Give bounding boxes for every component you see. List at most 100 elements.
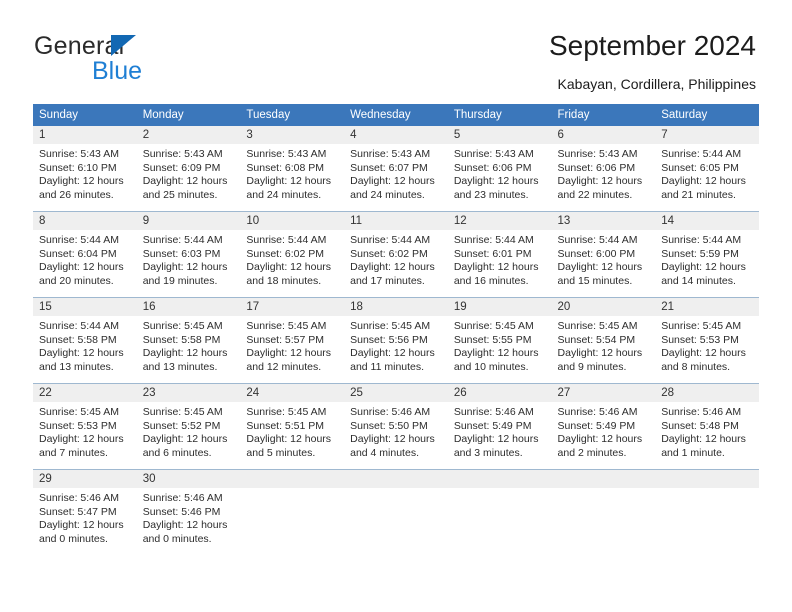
day-details: Sunrise: 5:46 AM Sunset: 5:47 PM Dayligh… bbox=[33, 488, 137, 546]
calendar-head: Sunday Monday Tuesday Wednesday Thursday… bbox=[33, 104, 759, 126]
daylight-text-line1: Daylight: 12 hours bbox=[557, 261, 643, 274]
day-number: 18 bbox=[344, 298, 448, 316]
sunrise-text: Sunrise: 5:46 AM bbox=[350, 406, 431, 418]
day-number bbox=[344, 470, 448, 488]
sunrise-text: Sunrise: 5:44 AM bbox=[142, 234, 223, 246]
day-cell[interactable]: 30 Sunrise: 5:46 AM Sunset: 5:46 PM Dayl… bbox=[136, 469, 241, 555]
day-cell[interactable]: 5 Sunrise: 5:43 AM Sunset: 6:06 PM Dayli… bbox=[447, 126, 552, 212]
sunrise-text: Sunrise: 5:45 AM bbox=[142, 320, 223, 332]
daylight-text-line2: and 16 minutes. bbox=[453, 274, 529, 287]
day-details: Sunrise: 5:44 AM Sunset: 6:02 PM Dayligh… bbox=[240, 230, 344, 288]
sunset-text: Sunset: 6:05 PM bbox=[661, 161, 739, 174]
sunrise-text: Sunrise: 5:46 AM bbox=[557, 406, 638, 418]
sunset-text: Sunset: 5:49 PM bbox=[557, 419, 636, 432]
sunset-text: Sunset: 6:09 PM bbox=[142, 161, 221, 174]
daylight-text-line2: and 17 minutes. bbox=[350, 274, 425, 287]
week-row: 1 Sunrise: 5:43 AM Sunset: 6:10 PM Dayli… bbox=[33, 126, 759, 212]
day-cell[interactable]: 2 Sunrise: 5:43 AM Sunset: 6:09 PM Dayli… bbox=[136, 126, 241, 212]
day-number bbox=[655, 470, 759, 488]
daylight-text-line1: Daylight: 12 hours bbox=[39, 519, 124, 532]
daylight-text-line2: and 15 minutes. bbox=[557, 274, 633, 287]
sunset-text: Sunset: 6:00 PM bbox=[557, 247, 636, 260]
day-number: 28 bbox=[655, 384, 759, 402]
day-details: Sunrise: 5:45 AM Sunset: 5:55 PM Dayligh… bbox=[448, 316, 552, 374]
day-number: 24 bbox=[240, 384, 345, 402]
weekday-header-monday: Monday bbox=[136, 104, 241, 126]
sunset-text: Sunset: 6:10 PM bbox=[39, 161, 117, 174]
day-cell[interactable]: 9 Sunrise: 5:44 AM Sunset: 6:03 PM Dayli… bbox=[136, 211, 241, 298]
day-cell[interactable]: 3 Sunrise: 5:43 AM Sunset: 6:08 PM Dayli… bbox=[240, 126, 345, 212]
day-cell[interactable]: 7 Sunrise: 5:44 AM Sunset: 6:05 PM Dayli… bbox=[655, 126, 759, 212]
sunset-text: Sunset: 5:58 PM bbox=[142, 333, 221, 346]
weekday-header-tuesday: Tuesday bbox=[240, 104, 345, 126]
day-number: 12 bbox=[447, 212, 552, 230]
day-cell[interactable]: 8 Sunrise: 5:44 AM Sunset: 6:04 PM Dayli… bbox=[33, 211, 137, 298]
day-cell[interactable]: 19 Sunrise: 5:45 AM Sunset: 5:55 PM Dayl… bbox=[447, 297, 552, 384]
day-cell[interactable]: 18 Sunrise: 5:45 AM Sunset: 5:56 PM Dayl… bbox=[344, 297, 448, 384]
day-cell[interactable]: 14 Sunrise: 5:44 AM Sunset: 5:59 PM Dayl… bbox=[655, 211, 759, 298]
day-details: Sunrise: 5:46 AM Sunset: 5:48 PM Dayligh… bbox=[655, 402, 759, 460]
sunrise-text: Sunrise: 5:46 AM bbox=[661, 406, 742, 418]
day-cell[interactable]: 27 Sunrise: 5:46 AM Sunset: 5:49 PM Dayl… bbox=[551, 383, 656, 470]
day-cell-empty bbox=[240, 469, 345, 555]
day-cell[interactable]: 4 Sunrise: 5:43 AM Sunset: 6:07 PM Dayli… bbox=[344, 126, 448, 212]
day-details: Sunrise: 5:46 AM Sunset: 5:49 PM Dayligh… bbox=[552, 402, 656, 460]
daylight-text-line2: and 24 minutes. bbox=[350, 188, 425, 201]
day-details: Sunrise: 5:45 AM Sunset: 5:58 PM Dayligh… bbox=[137, 316, 241, 374]
sunset-text: Sunset: 5:47 PM bbox=[39, 505, 117, 518]
logo-text-blue: Blue bbox=[92, 57, 143, 85]
day-cell[interactable]: 29 Sunrise: 5:46 AM Sunset: 5:47 PM Dayl… bbox=[33, 469, 137, 555]
day-number: 22 bbox=[33, 384, 137, 402]
day-number bbox=[551, 470, 656, 488]
day-details: Sunrise: 5:45 AM Sunset: 5:53 PM Dayligh… bbox=[655, 316, 759, 374]
day-cell[interactable]: 28 Sunrise: 5:46 AM Sunset: 5:48 PM Dayl… bbox=[655, 383, 759, 470]
daylight-text-line1: Daylight: 12 hours bbox=[246, 261, 332, 274]
day-cell[interactable]: 24 Sunrise: 5:45 AM Sunset: 5:51 PM Dayl… bbox=[240, 383, 345, 470]
daylight-text-line2: and 11 minutes. bbox=[350, 360, 425, 373]
daylight-text-line1: Daylight: 12 hours bbox=[661, 347, 746, 360]
daylight-text-line1: Daylight: 12 hours bbox=[39, 261, 124, 274]
sunrise-text: Sunrise: 5:45 AM bbox=[39, 406, 119, 418]
day-cell[interactable]: 23 Sunrise: 5:45 AM Sunset: 5:52 PM Dayl… bbox=[136, 383, 241, 470]
day-cell[interactable]: 13 Sunrise: 5:44 AM Sunset: 6:00 PM Dayl… bbox=[551, 211, 656, 298]
day-cell[interactable]: 17 Sunrise: 5:45 AM Sunset: 5:57 PM Dayl… bbox=[240, 297, 345, 384]
sunrise-text: Sunrise: 5:45 AM bbox=[661, 320, 742, 332]
sunrise-text: Sunrise: 5:44 AM bbox=[661, 234, 742, 246]
day-cell[interactable]: 6 Sunrise: 5:43 AM Sunset: 6:06 PM Dayli… bbox=[551, 126, 656, 212]
sunrise-text: Sunrise: 5:46 AM bbox=[453, 406, 534, 418]
day-cell[interactable]: 20 Sunrise: 5:45 AM Sunset: 5:54 PM Dayl… bbox=[551, 297, 656, 384]
sunset-text: Sunset: 6:08 PM bbox=[246, 161, 325, 174]
general-blue-logo[interactable]: General Blue bbox=[34, 32, 264, 90]
day-number: 25 bbox=[344, 384, 448, 402]
day-details: Sunrise: 5:46 AM Sunset: 5:50 PM Dayligh… bbox=[344, 402, 448, 460]
day-cell[interactable]: 26 Sunrise: 5:46 AM Sunset: 5:49 PM Dayl… bbox=[447, 383, 552, 470]
sunrise-text: Sunrise: 5:45 AM bbox=[246, 406, 327, 418]
sunrise-text: Sunrise: 5:44 AM bbox=[246, 234, 327, 246]
day-details: Sunrise: 5:44 AM Sunset: 6:03 PM Dayligh… bbox=[137, 230, 241, 288]
day-cell[interactable]: 10 Sunrise: 5:44 AM Sunset: 6:02 PM Dayl… bbox=[240, 211, 345, 298]
day-number: 27 bbox=[551, 384, 656, 402]
daylight-text-line2: and 18 minutes. bbox=[246, 274, 322, 287]
sunrise-text: Sunrise: 5:43 AM bbox=[557, 148, 638, 160]
day-cell[interactable]: 11 Sunrise: 5:44 AM Sunset: 6:02 PM Dayl… bbox=[344, 211, 448, 298]
day-cell[interactable]: 16 Sunrise: 5:45 AM Sunset: 5:58 PM Dayl… bbox=[136, 297, 241, 384]
day-cell[interactable]: 22 Sunrise: 5:45 AM Sunset: 5:53 PM Dayl… bbox=[33, 383, 137, 470]
daylight-text-line2: and 13 minutes. bbox=[142, 360, 218, 373]
day-details: Sunrise: 5:45 AM Sunset: 5:56 PM Dayligh… bbox=[344, 316, 448, 374]
day-details: Sunrise: 5:43 AM Sunset: 6:08 PM Dayligh… bbox=[240, 144, 344, 202]
daylight-text-line2: and 10 minutes. bbox=[453, 360, 529, 373]
day-number: 9 bbox=[136, 212, 241, 230]
sunset-text: Sunset: 5:55 PM bbox=[453, 333, 532, 346]
day-cell[interactable]: 25 Sunrise: 5:46 AM Sunset: 5:50 PM Dayl… bbox=[344, 383, 448, 470]
day-cell[interactable]: 15 Sunrise: 5:44 AM Sunset: 5:58 PM Dayl… bbox=[33, 297, 137, 384]
daylight-text-line2: and 3 minutes. bbox=[453, 446, 523, 459]
sunrise-text: Sunrise: 5:46 AM bbox=[142, 492, 223, 504]
day-cell[interactable]: 1 Sunrise: 5:43 AM Sunset: 6:10 PM Dayli… bbox=[33, 126, 137, 212]
daylight-text-line1: Daylight: 12 hours bbox=[350, 347, 435, 360]
sunset-text: Sunset: 5:46 PM bbox=[142, 505, 221, 518]
day-cell[interactable]: 21 Sunrise: 5:45 AM Sunset: 5:53 PM Dayl… bbox=[655, 297, 759, 384]
day-cell-empty bbox=[655, 469, 759, 555]
sunrise-text: Sunrise: 5:44 AM bbox=[350, 234, 431, 246]
day-number: 23 bbox=[136, 384, 241, 402]
day-cell[interactable]: 12 Sunrise: 5:44 AM Sunset: 6:01 PM Dayl… bbox=[447, 211, 552, 298]
